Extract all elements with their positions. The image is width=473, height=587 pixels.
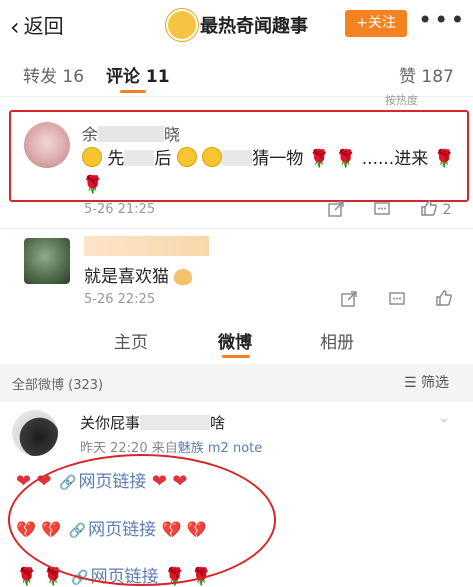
cat-emoji [174,269,193,285]
comment-author-blurred[interactable] [84,236,209,256]
post-avatar[interactable] [12,410,58,456]
comment-date: 5-26 22:25 [84,292,156,307]
tab-home[interactable]: 主页 [114,328,148,353]
post-author[interactable]: 关你屁事 啥 [80,412,225,433]
filter-button[interactable]: ☰ 筛选 [404,372,449,392]
tab-weibo[interactable]: 微博 [218,328,252,353]
post-author-end: 啥 [210,414,226,432]
comment-icon[interactable] [388,290,406,312]
account-avatar[interactable] [166,9,198,41]
page-title: 最热奇闻趣事 [200,16,308,37]
comment-text: 就是喜欢猫 [84,262,193,287]
tab-repost[interactable]: 转发 16 [23,62,84,87]
thumbs-up-icon[interactable] [435,289,453,311]
tab-like[interactable]: 赞 187 [399,62,454,87]
tab-album[interactable]: 相册 [320,328,354,353]
follow-button[interactable]: +关注 [345,10,407,37]
comment-text-part: 就是喜欢猫 [84,267,169,287]
post-source[interactable]: 魅族 m2 note [178,441,263,456]
tab-comment[interactable]: 评论 11 [106,62,170,87]
highlight-oval [8,454,276,586]
back-button[interactable]: ‹ 返回 [10,10,64,41]
filter-label: 筛选 [421,375,450,391]
chevron-left-icon: ‹ [10,13,20,41]
blurred-text [140,415,211,430]
comment-avatar[interactable] [24,238,70,284]
more-options-icon[interactable]: ••• [418,6,466,34]
active-tab-indicator [120,90,146,93]
like-button[interactable]: 2 [420,199,451,221]
thumbs-up-icon [420,199,438,221]
divider [0,228,473,229]
comment-date: 5-26 21:25 [84,202,156,217]
like-count: 2 [442,202,452,218]
post-author-start: 关你屁事 [80,414,141,432]
post-meta: 昨天 22:20 来自魅族 m2 note [80,437,262,456]
sort-hint[interactable]: 按热度 [385,92,418,108]
back-label: 返回 [23,14,64,38]
active-tab-indicator [222,355,250,358]
all-weibo-count: 全部微博 (323) [12,378,104,393]
rose-emoji: 🌹 [16,567,38,587]
share-icon[interactable] [340,290,358,312]
filter-icon: ☰ [404,375,417,391]
share-icon[interactable] [327,200,345,222]
comment-icon[interactable] [373,200,391,222]
chevron-down-icon[interactable]: ⌄ [438,410,450,426]
highlight-box [9,110,469,202]
